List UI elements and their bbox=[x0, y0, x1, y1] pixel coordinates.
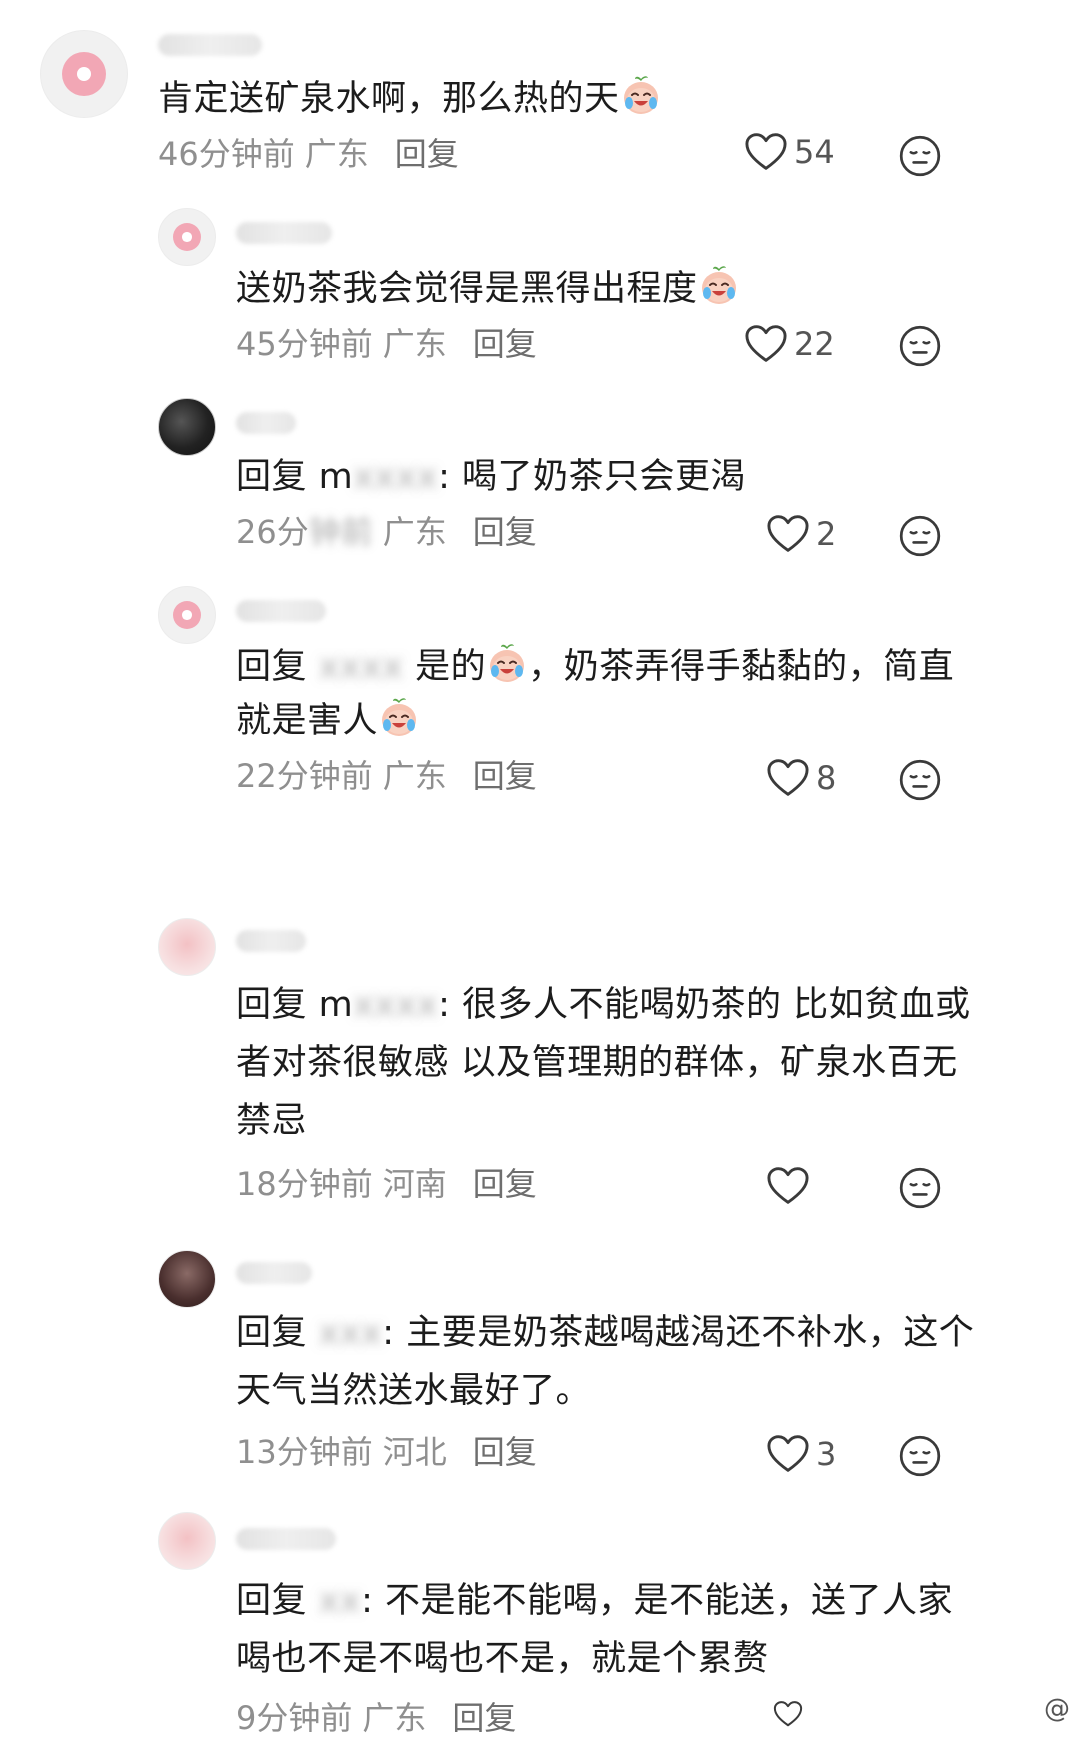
comment-region: 广东 bbox=[304, 135, 369, 173]
avatar[interactable] bbox=[158, 208, 216, 266]
comment-time: 13分钟前 bbox=[236, 1433, 373, 1471]
like-button[interactable]: 8 bbox=[766, 758, 836, 798]
comment-text: 肯定送矿泉水啊，那么热的天 bbox=[158, 70, 662, 128]
avatar[interactable] bbox=[158, 918, 216, 976]
neutral-face-icon[interactable] bbox=[898, 758, 942, 802]
reply-button[interactable]: 回复 bbox=[452, 1698, 516, 1738]
comment-region: 广东 bbox=[382, 325, 447, 363]
heart-outline-icon bbox=[766, 514, 810, 554]
comment-region: 广东 bbox=[362, 1699, 427, 1737]
heart-outline-icon bbox=[744, 132, 788, 172]
comment-meta: 22分钟前 广东 回复 bbox=[236, 756, 537, 796]
comment-text: 回复 xx: 不是能不能喝，是不能送，送了人家 bbox=[236, 1581, 954, 1621]
crying-laughing-emoji bbox=[379, 698, 419, 738]
username-blurred[interactable] bbox=[158, 34, 262, 56]
comment-text: 回复 xxxx 是的 ，奶茶弄得手黏黏的，简直 bbox=[236, 638, 954, 696]
comment-time: 46分钟前 bbox=[158, 135, 295, 173]
like-button[interactable]: 2 bbox=[766, 514, 836, 554]
comment-meta: 13分钟前 河北 回复 bbox=[236, 1432, 537, 1472]
neutral-face-icon[interactable] bbox=[898, 134, 942, 178]
like-button[interactable]: 54 bbox=[744, 132, 835, 172]
reply-button[interactable]: 回复 bbox=[473, 1432, 537, 1472]
reply-button[interactable]: 回复 bbox=[473, 324, 537, 364]
username-blurred[interactable] bbox=[236, 600, 326, 622]
neutral-face-icon[interactable] bbox=[898, 1166, 942, 1210]
like-button[interactable]: 22 bbox=[744, 324, 835, 364]
comment-meta: 45分钟前 广东 回复 bbox=[236, 324, 537, 364]
crying-laughing-emoji bbox=[699, 266, 739, 306]
comment-region: 广东 bbox=[382, 757, 447, 795]
comment-text: 送奶茶我会觉得是黑得出程度 bbox=[236, 260, 740, 318]
neutral-face-icon[interactable] bbox=[898, 1434, 942, 1478]
heart-outline-icon bbox=[744, 324, 788, 364]
comment-time: 22分钟前 bbox=[236, 757, 373, 795]
comment-text-line: 者对茶很敏感 以及管理期的群体，矿泉水百无 bbox=[236, 1043, 958, 1083]
reply-button[interactable]: 回复 bbox=[395, 134, 459, 174]
reply-button[interactable]: 回复 bbox=[473, 512, 537, 552]
like-count: 8 bbox=[816, 759, 837, 797]
comment-text: 回复 mxxxx: 很多人不能喝奶茶的 比如贫血或 bbox=[236, 985, 971, 1025]
comment-meta: 9分钟前 广东 回复 bbox=[236, 1698, 516, 1738]
comment-time: 9分钟前 bbox=[236, 1699, 353, 1737]
heart-outline-icon bbox=[766, 1700, 810, 1728]
crying-laughing-emoji bbox=[621, 76, 661, 116]
comment-text-line: 喝也不是不喝也不是，就是个累赘 bbox=[236, 1639, 769, 1679]
like-button[interactable]: 3 bbox=[766, 1434, 836, 1474]
like-button[interactable] bbox=[766, 1166, 810, 1206]
reply-button[interactable]: 回复 bbox=[473, 1164, 537, 1204]
watermark: @ bbox=[1044, 1694, 1070, 1724]
like-button[interactable] bbox=[766, 1700, 810, 1728]
comment-region: 广东 bbox=[382, 513, 447, 551]
username-blurred[interactable] bbox=[236, 222, 332, 244]
comment-region: 河北 bbox=[382, 1433, 447, 1471]
comment-text: 回复 xxx: 主要是奶茶越喝越渴还不补水，这个 bbox=[236, 1313, 975, 1353]
neutral-face-icon[interactable] bbox=[898, 514, 942, 558]
reply-button[interactable]: 回复 bbox=[473, 756, 537, 796]
neutral-face-icon[interactable] bbox=[898, 324, 942, 368]
like-count: 22 bbox=[794, 325, 835, 363]
comment-time: 26分 bbox=[236, 513, 309, 551]
avatar[interactable] bbox=[158, 398, 216, 456]
comment-text: 回复 mxxxx: 喝了奶茶只会更渴 bbox=[236, 457, 747, 497]
avatar[interactable] bbox=[40, 30, 128, 118]
like-count: 3 bbox=[816, 1435, 837, 1473]
comment-meta: 26分 钟前 广东 回复 bbox=[236, 512, 537, 552]
comment-meta: 18分钟前 河南 回复 bbox=[236, 1164, 537, 1204]
comment-time: 45分钟前 bbox=[236, 325, 373, 363]
username-blurred[interactable] bbox=[236, 930, 306, 952]
username-blurred[interactable] bbox=[236, 1528, 336, 1550]
username-blurred[interactable] bbox=[236, 412, 296, 434]
comment-region: 河南 bbox=[382, 1165, 447, 1203]
like-count: 54 bbox=[794, 133, 835, 171]
heart-outline-icon bbox=[766, 1166, 810, 1206]
avatar[interactable] bbox=[158, 586, 216, 644]
username-blurred[interactable] bbox=[236, 1262, 312, 1284]
comment-text-line: 就是害人 bbox=[236, 692, 420, 750]
heart-outline-icon bbox=[766, 1434, 810, 1474]
like-count: 2 bbox=[816, 515, 837, 553]
heart-outline-icon bbox=[766, 758, 810, 798]
comment-meta: 46分钟前 广东 回复 bbox=[158, 134, 459, 174]
comment-text-line: 禁忌 bbox=[236, 1101, 308, 1141]
crying-laughing-emoji bbox=[487, 644, 527, 684]
comment-text-line: 天气当然送水最好了。 bbox=[236, 1371, 592, 1411]
avatar[interactable] bbox=[158, 1512, 216, 1570]
avatar[interactable] bbox=[158, 1250, 216, 1308]
comment-time: 18分钟前 bbox=[236, 1165, 373, 1203]
